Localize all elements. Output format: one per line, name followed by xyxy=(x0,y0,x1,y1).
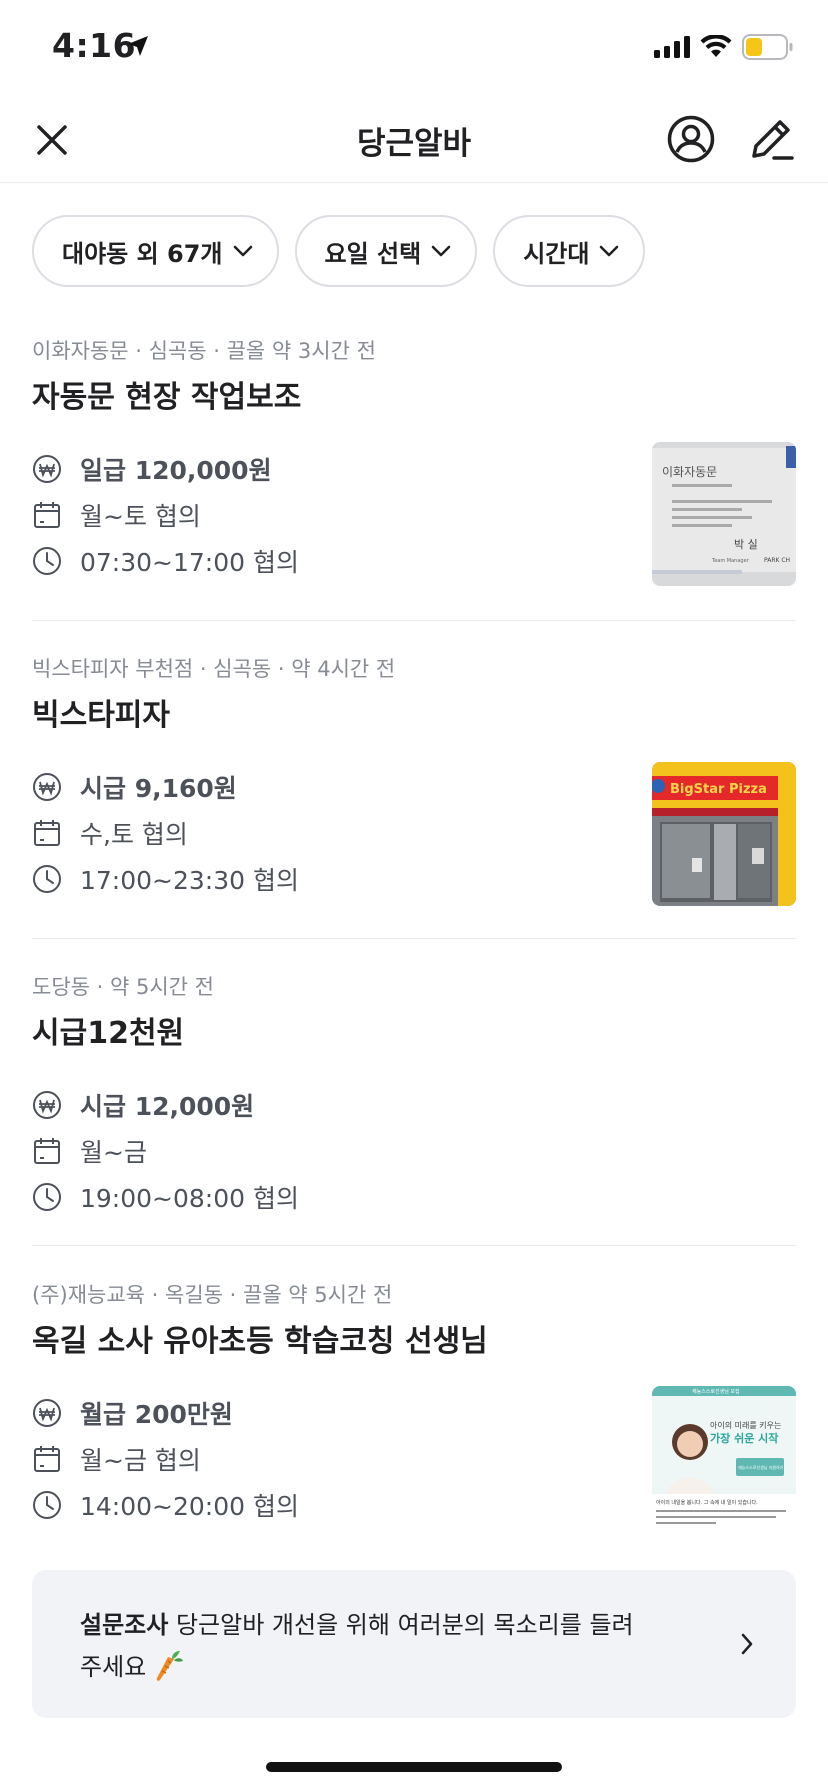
job-list-item[interactable]: 도당동 · 약 5시간 전 시급12천원 시급 12,000원 월~금 19:0… xyxy=(32,972,796,1220)
carrot-icon xyxy=(156,1651,183,1681)
home-indicator xyxy=(266,1762,562,1772)
job-hours: 19:00~08:00 협의 xyxy=(80,1184,299,1213)
job-meta: 빅스타피자 부천점 · 심곡동 · 약 4시간 전 xyxy=(32,657,396,681)
filter-label: 시간대 xyxy=(523,239,590,268)
divider xyxy=(32,620,796,621)
wifi-icon xyxy=(700,35,732,57)
job-title: 자동문 현장 작업보조 xyxy=(32,380,302,415)
job-thumbnail: 이화자동문 박 실 Team Manager PARK CH xyxy=(652,442,796,586)
filter-label: 대야동 외 67개 xyxy=(62,239,223,268)
clock-icon xyxy=(33,1491,61,1519)
thumb-card-company: 이화자동문 xyxy=(662,465,717,479)
job-thumbnail: 재능스스로선생님 모집 아이의 미래를 키우는 가장 쉬운 시작 재능스스로선생… xyxy=(652,1386,796,1530)
job-hours: 14:00~20:00 협의 xyxy=(80,1492,299,1521)
job-days: 수,토 협의 xyxy=(80,820,188,849)
location-arrow-icon xyxy=(126,34,150,62)
chevron-down-icon xyxy=(431,245,451,257)
clock-icon xyxy=(33,547,61,575)
job-list-item[interactable]: 이화자동문 · 심곡동 · 끌올 약 3시간 전 자동문 현장 작업보조 일급 … xyxy=(32,336,796,586)
thumb-ad-headline1: 아이의 미래를 키우는 xyxy=(710,1420,781,1430)
thumb-card-name-en: PARK CH xyxy=(764,557,790,564)
job-title: 옥길 소사 유아초등 학습코칭 선생님 xyxy=(32,1324,488,1359)
job-days: 월~금 xyxy=(80,1138,147,1167)
job-days: 월~토 협의 xyxy=(80,502,201,531)
won-icon xyxy=(33,1091,61,1119)
job-meta: (주)재능교육 · 옥길동 · 끌올 약 5시간 전 xyxy=(32,1283,393,1307)
write-button[interactable] xyxy=(748,114,796,164)
job-thumbnail: BigStar Pizza xyxy=(652,762,796,906)
divider xyxy=(32,1245,796,1246)
clock-icon xyxy=(33,865,61,893)
job-pay: 일급 120,000원 xyxy=(80,456,272,485)
filter-days-chip[interactable]: 요일 선택 xyxy=(294,215,478,287)
thumb-ad-footer: 아이의 내일을 봅니다. 그 속에 내 일이 있습니다. xyxy=(656,1499,758,1506)
status-time: 4:16 xyxy=(52,26,137,65)
filter-time-chip[interactable]: 시간대 xyxy=(493,215,646,287)
filter-region-chip[interactable]: 대야동 외 67개 xyxy=(32,215,279,287)
thumb-ad-headline2: 가장 쉬운 시작 xyxy=(710,1431,778,1445)
won-icon xyxy=(33,773,61,801)
job-pay: 월급 200만원 xyxy=(80,1400,233,1429)
profile-button[interactable] xyxy=(666,114,716,164)
filter-label: 요일 선택 xyxy=(324,239,422,268)
job-pay: 시급 12,000원 xyxy=(80,1092,255,1121)
job-list-item[interactable]: 빅스타피자 부천점 · 심곡동 · 약 4시간 전 빅스타피자 시급 9,160… xyxy=(32,654,796,906)
days-row: 월~금 xyxy=(32,1128,796,1174)
won-icon xyxy=(33,455,61,483)
job-days: 월~금 협의 xyxy=(80,1446,201,1475)
status-bar: 4:16 xyxy=(0,0,828,100)
calendar-icon xyxy=(34,502,60,528)
survey-banner[interactable]: 설문조사 당근알바 개선을 위해 여러분의 목소리를 들려주세요 xyxy=(32,1570,796,1718)
survey-text: 설문조사 당근알바 개선을 위해 여러분의 목소리를 들려주세요 xyxy=(80,1604,640,1688)
job-meta: 이화자동문 · 심곡동 · 끌올 약 3시간 전 xyxy=(32,339,376,363)
job-title: 빅스타피자 xyxy=(32,698,170,733)
thumb-ad-button: 재능스스로선생님 지원하기 xyxy=(738,1464,784,1470)
calendar-icon xyxy=(34,1138,60,1164)
navigation-bar: 당근알바 xyxy=(0,100,828,183)
divider xyxy=(32,938,796,939)
chevron-down-icon xyxy=(600,245,619,257)
thumb-sign-text: BigStar Pizza xyxy=(670,782,767,797)
job-info: 시급 12,000원 월~금 19:00~08:00 협의 xyxy=(32,1082,796,1220)
job-list-item[interactable]: (주)재능교육 · 옥길동 · 끌올 약 5시간 전 옥길 소사 유아초등 학습… xyxy=(32,1280,796,1530)
calendar-icon xyxy=(34,1446,60,1472)
job-hours: 07:30~17:00 협의 xyxy=(80,548,299,577)
job-hours: 17:00~23:30 협의 xyxy=(80,866,299,895)
hours-row: 19:00~08:00 협의 xyxy=(32,1174,796,1220)
survey-label: 설문조사 xyxy=(80,1611,169,1639)
chevron-right-icon xyxy=(741,1633,753,1655)
user-profile-icon xyxy=(667,115,715,163)
thumb-card-name: 박 실 xyxy=(734,538,758,551)
thumb-ad-header: 재능스스로선생님 모집 xyxy=(692,1388,740,1395)
pay-row: 시급 12,000원 xyxy=(32,1082,796,1128)
job-meta: 도당동 · 약 5시간 전 xyxy=(32,975,214,999)
status-indicators xyxy=(654,34,794,60)
won-icon xyxy=(33,1399,61,1427)
clock-icon xyxy=(33,1183,61,1211)
battery-icon xyxy=(742,34,793,60)
pencil-edit-icon xyxy=(752,120,794,160)
cellular-signal-icon xyxy=(654,36,690,58)
job-title: 시급12천원 xyxy=(32,1016,185,1051)
filter-bar: 대야동 외 67개 요일 선택 시간대 xyxy=(32,215,646,287)
calendar-icon xyxy=(34,820,60,846)
chevron-down-icon xyxy=(233,245,252,257)
job-pay: 시급 9,160원 xyxy=(80,774,237,803)
thumb-card-role: Team Manager xyxy=(711,558,750,564)
